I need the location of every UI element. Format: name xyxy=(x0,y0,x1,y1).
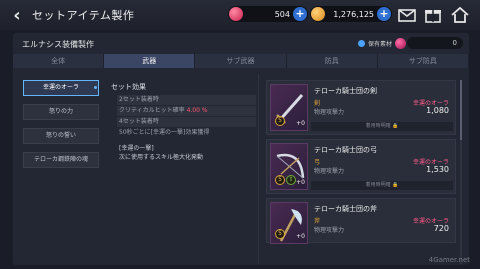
scrollbar-thumb[interactable] xyxy=(460,80,462,140)
ruby-value: 504 xyxy=(274,9,290,19)
item-card[interactable]: 5 +0 テローカ騎士団の斧 斧 幸運のオーラ 物理攻撃力 720 xyxy=(266,198,456,244)
set-effects: セット効果 2セット装着時 クリティカルヒット確率 4.00 % 4セット装着時… xyxy=(111,82,256,162)
ruby-coin-icon xyxy=(229,7,243,21)
upgrade-level: +0 xyxy=(296,120,305,127)
item-list-scrollbar[interactable] xyxy=(460,80,462,264)
item-name: テローカ騎士団の弓 xyxy=(314,146,377,154)
grade-badge: 5 xyxy=(275,175,285,185)
item-thumb: 5 ⇧ +0 xyxy=(270,143,308,190)
page-title: セットアイテム製作 xyxy=(32,9,135,22)
item-stat-label: 物理攻撃力 xyxy=(314,168,345,175)
owned-materials: 保有素材 0 xyxy=(357,37,463,49)
owned-value: 0 xyxy=(452,39,457,47)
item-thumb: 5 +0 xyxy=(270,202,308,244)
set-item-lucky-aura[interactable]: 幸運のオーラ xyxy=(23,80,99,96)
set-list: 幸運のオーラ 怒りの力 怒りの誓い テローカ鋼鉄陣の魂 xyxy=(23,80,99,176)
gold-value: 1,276,125 xyxy=(333,9,374,19)
tab-sub-armor[interactable]: サブ防具 xyxy=(378,54,470,68)
item-thumb: 5 +0 xyxy=(270,84,308,131)
effect-line-2set: 2セット装着時 xyxy=(117,95,256,105)
item-name: テローカ騎士団の斧 xyxy=(314,205,377,213)
tab-all[interactable]: 全体 xyxy=(13,54,105,68)
owned-label: 保有素材 xyxy=(367,40,392,48)
tab-weapon[interactable]: 武器 xyxy=(104,54,196,68)
effect-block-text: 次に使用するスキル極大化発動 xyxy=(119,154,204,161)
add-ruby-button[interactable]: + xyxy=(293,7,307,21)
tab-armor[interactable]: 防具 xyxy=(287,54,378,68)
set-item-anger-power[interactable]: 怒りの力 xyxy=(23,104,99,120)
item-stat-label: 物理攻撃力 xyxy=(314,109,345,116)
item-stat-value: 1,080 xyxy=(426,106,449,115)
tab-sub-weapon[interactable]: サブ武器 xyxy=(195,54,287,68)
item-card[interactable]: 5 ⇧ +0 テローカ騎士団の弓 弓 幸運のオーラ 物理攻撃力 1,530 着用… xyxy=(266,139,456,194)
mail-icon[interactable] xyxy=(397,5,417,25)
upgrade-level: +0 xyxy=(296,233,305,240)
owned-toggle-icon[interactable] xyxy=(357,39,365,47)
gem-icon xyxy=(395,37,406,49)
gold-coin-icon xyxy=(311,7,325,21)
effect-line-lucky: 50秒ごとに[幸運の一撃]効果獲得 xyxy=(119,129,210,136)
set-item-anger-oath[interactable]: 怒りの誓い xyxy=(23,128,99,144)
divider xyxy=(258,74,259,264)
effect-block: [幸運の一撃] 次に使用するスキル極大化発動 xyxy=(119,144,256,162)
crit-value: 4.00 % xyxy=(186,107,208,114)
gold-resource: 1,276,125 + xyxy=(310,6,392,22)
ruby-resource: 504 + xyxy=(228,6,308,22)
item-list: 5 +0 テローカ騎士団の剣 剣 幸運のオーラ 物理攻撃力 1,080 着用時明… xyxy=(266,80,456,247)
top-bar: ‹ セットアイテム製作 504 + 1,276,125 + xyxy=(0,0,480,30)
panel-title: エルナシス装備製作 xyxy=(22,40,94,49)
selected-indicator xyxy=(94,86,97,89)
category-tabs: 全体 武器 サブ武器 防具 サブ防具 xyxy=(13,54,470,68)
effect-line-4set: 4セット装着時 xyxy=(117,117,256,127)
upgrade-arrow-icon: ⇧ xyxy=(286,175,296,185)
effects-heading: セット効果 xyxy=(111,83,146,91)
grade-badge: 5 xyxy=(275,229,285,239)
effect-block-title: [幸運の一撃] xyxy=(119,145,154,152)
add-gold-button[interactable]: + xyxy=(377,7,391,21)
watermark: 4Gamer.net xyxy=(428,256,470,264)
effect-line-crit: クリティカルヒット確率 4.00 % xyxy=(117,106,256,116)
equip-bind-label: 着用時明確 🔒 xyxy=(311,122,453,131)
item-stat-label: 物理攻撃力 xyxy=(314,227,345,234)
item-stat-value: 1,530 xyxy=(426,165,449,174)
home-icon[interactable] xyxy=(450,5,470,25)
grade-badge: 5 xyxy=(275,116,285,126)
item-name: テローカ騎士団の剣 xyxy=(314,87,377,95)
back-arrow-icon[interactable]: ‹ xyxy=(6,4,28,26)
upgrade-level: +0 xyxy=(296,179,305,186)
equip-bind-label: 着用時明確 🔒 xyxy=(311,181,453,190)
item-type: 弓 xyxy=(314,159,321,166)
set-item-teroka-soul[interactable]: テローカ鋼鉄陣の魂 xyxy=(23,152,99,168)
item-type: 斧 xyxy=(314,218,321,225)
item-type: 剣 xyxy=(314,100,321,107)
gift-box-icon[interactable] xyxy=(423,5,443,25)
item-stat-value: 720 xyxy=(433,224,449,233)
item-card[interactable]: 5 +0 テローカ騎士団の剣 剣 幸運のオーラ 物理攻撃力 1,080 着用時明… xyxy=(266,80,456,135)
